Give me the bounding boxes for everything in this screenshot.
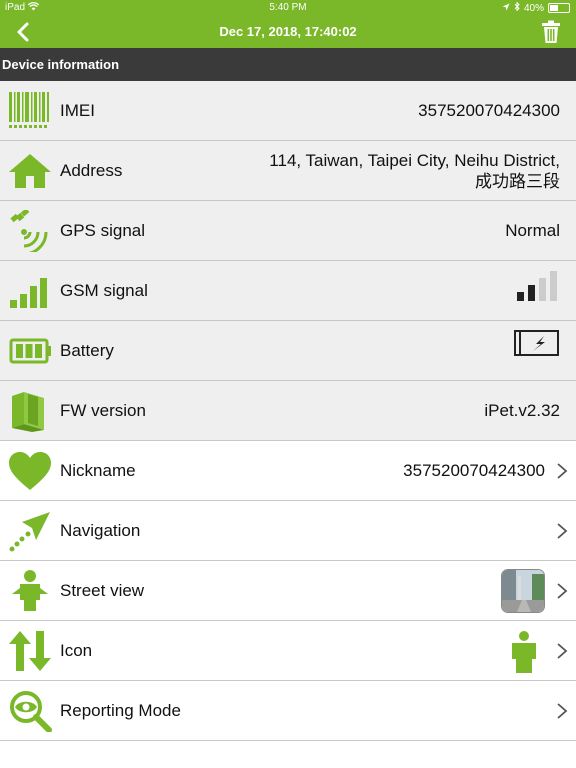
row-gps-signal: GPS signal Normal <box>0 201 576 261</box>
row-label: Reporting Mode <box>60 701 181 720</box>
battery-icon <box>8 330 52 372</box>
fw-version-value: iPet.v2.32 <box>484 401 560 420</box>
navigation-bar: Dec 17, 2018, 17:40:02 <box>0 16 576 48</box>
row-navigation[interactable]: Navigation <box>0 501 576 561</box>
address-value: 114, Taiwan, Taipei City, Neihu District… <box>269 151 560 191</box>
row-address: Address 114, Taiwan, Taipei City, Neihu … <box>0 141 576 201</box>
row-street-view[interactable]: Street view <box>0 561 576 621</box>
chevron-right-icon <box>557 643 568 659</box>
chevron-right-icon <box>557 583 568 599</box>
section-header-device-information: Device information <box>0 48 576 81</box>
nickname-value: 357520070424300 <box>403 461 545 480</box>
gsm-bar <box>517 292 524 301</box>
chevron-right-icon <box>557 523 568 539</box>
chevron-right-icon <box>557 463 568 479</box>
battery-percent: 40% <box>523 2 544 14</box>
row-label: Icon <box>60 641 93 660</box>
books-icon <box>8 390 52 432</box>
gps-value: Normal <box>505 221 560 240</box>
trash-icon <box>542 20 560 43</box>
imei-value: 357520070424300 <box>418 101 560 120</box>
row-imei: IMEI 357520070424300 <box>0 81 576 141</box>
gsm-bar <box>550 271 557 301</box>
barcode-icon <box>8 90 52 132</box>
row-fw-version: FW version iPet.v2.32 <box>0 381 576 441</box>
row-label: Navigation <box>60 521 141 540</box>
row-nickname[interactable]: Nickname 357520070424300 <box>0 441 576 501</box>
row-gsm-signal: GSM signal <box>0 261 576 321</box>
magnifier-eye-icon <box>8 690 52 732</box>
row-label: FW version <box>60 401 146 420</box>
battery-charging-icon <box>514 330 560 356</box>
status-right: 40% <box>502 1 570 14</box>
person-icon <box>8 570 52 612</box>
gsm-bar <box>528 285 535 301</box>
row-label: Battery <box>60 341 114 360</box>
chevron-right-icon <box>557 703 568 719</box>
up-down-arrows-icon <box>8 630 52 672</box>
selected-person-icon <box>509 631 539 673</box>
signal-bars-icon <box>8 270 52 312</box>
row-label: Address <box>60 161 123 180</box>
status-bar: iPad 5:40 PM 40% <box>0 0 576 16</box>
row-label: GPS signal <box>60 221 146 240</box>
row-label: Nickname <box>60 461 136 480</box>
bluetooth-icon <box>514 1 520 14</box>
row-label: Street view <box>60 581 145 600</box>
row-label: GSM signal <box>60 281 148 300</box>
row-label: IMEI <box>60 101 95 120</box>
row-battery: Battery <box>0 321 576 381</box>
navigation-arrow-icon <box>8 510 52 552</box>
device-info-list: IMEI 357520070424300 Address 114, Taiwan… <box>0 81 576 741</box>
heart-icon <box>8 450 52 492</box>
status-time: 5:40 PM <box>269 2 307 13</box>
home-icon <box>8 150 52 192</box>
row-icon[interactable]: Icon <box>0 621 576 681</box>
status-battery-icon <box>548 3 570 13</box>
row-reporting-mode[interactable]: Reporting Mode <box>0 681 576 741</box>
satellite-icon <box>8 210 52 252</box>
street-view-thumbnail[interactable] <box>501 569 545 613</box>
gsm-bar <box>539 278 546 301</box>
page-title: Dec 17, 2018, 17:40:02 <box>219 24 357 39</box>
location-icon <box>502 3 510 14</box>
gsm-strength-indicator <box>516 270 560 302</box>
delete-button[interactable] <box>540 20 562 44</box>
